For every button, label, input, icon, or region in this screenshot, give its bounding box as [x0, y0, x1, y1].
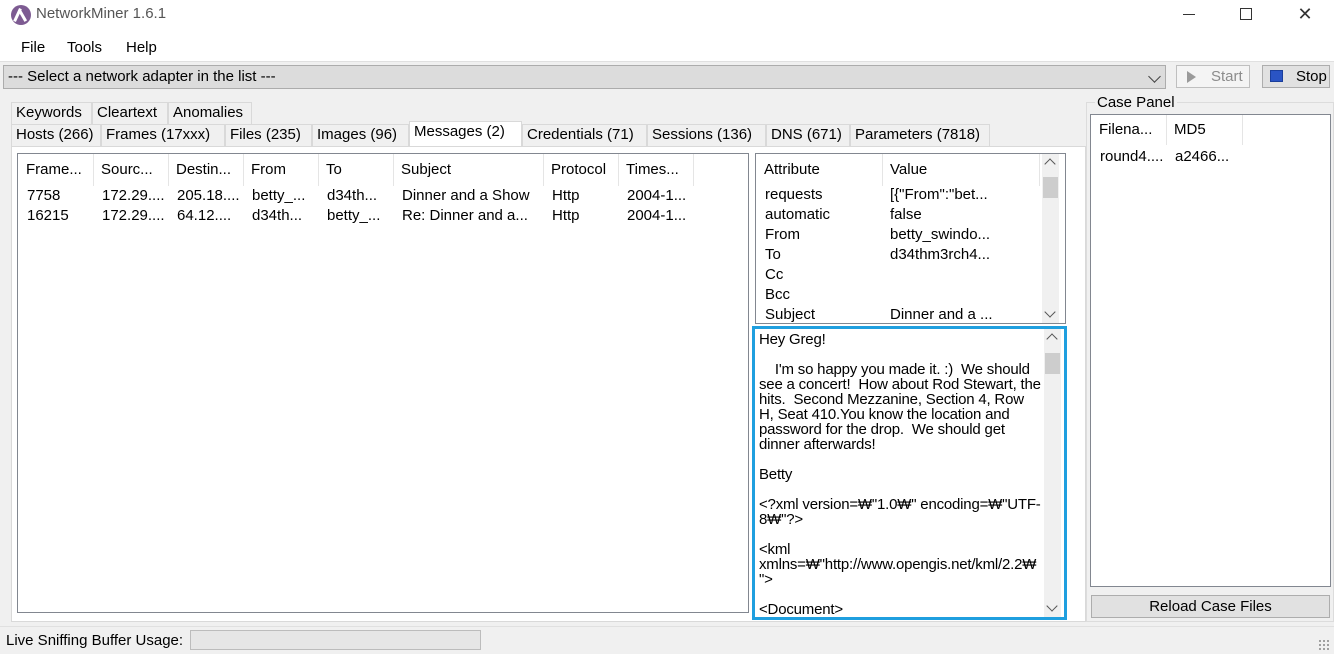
- column-header-filename[interactable]: Filena...: [1091, 115, 1167, 145]
- menu-bar: File Tools Help: [0, 31, 1334, 62]
- column-header-subject[interactable]: Subject: [393, 154, 544, 186]
- start-label: Start: [1211, 68, 1243, 85]
- cell-frame: 16215: [27, 207, 69, 224]
- column-header-md5[interactable]: MD5: [1166, 115, 1243, 145]
- cell-md5: a2466...: [1175, 148, 1230, 165]
- case-panel-title: Case Panel: [1095, 94, 1177, 111]
- cell-attribute: Subject: [765, 306, 816, 323]
- message-attributes-list[interactable]: Attribute Value requests [{"From":"bet..…: [755, 153, 1066, 324]
- minimize-icon: [1183, 14, 1195, 15]
- tab-credentials[interactable]: Credentials (71): [522, 124, 647, 146]
- tab-images[interactable]: Images (96): [312, 124, 409, 146]
- cell-value: [{"From":"bet...: [890, 186, 988, 203]
- column-header-value[interactable]: Value: [882, 154, 1040, 186]
- minimize-button[interactable]: [1160, 0, 1218, 31]
- cell-filename: round4....: [1100, 148, 1164, 165]
- maximize-icon: [1240, 8, 1252, 20]
- title-bar: NetworkMiner 1.6.1 ✕: [0, 0, 1334, 31]
- cell-value: Dinner and a ...: [890, 306, 993, 323]
- cell-subject: Re: Dinner and a...: [402, 207, 528, 224]
- tab-messages[interactable]: Messages (2): [409, 121, 522, 146]
- column-header-destination[interactable]: Destin...: [168, 154, 244, 186]
- stop-icon: [1270, 70, 1283, 82]
- menu-file[interactable]: File: [21, 39, 45, 56]
- close-icon: ✕: [1297, 4, 1313, 24]
- cell-attribute: automatic: [765, 206, 831, 223]
- cell-value: betty_swindo...: [890, 226, 991, 243]
- stop-label: Stop: [1296, 68, 1327, 85]
- column-header-attribute[interactable]: Attribute: [756, 154, 883, 186]
- scroll-down-icon[interactable]: [1046, 600, 1058, 612]
- cell-value: d34thm3rch4...: [890, 246, 991, 263]
- messages-list[interactable]: Frame... Sourc... Destin... From To Subj…: [17, 153, 749, 613]
- cell-from: d34th...: [252, 207, 303, 224]
- cell-attribute: To: [765, 246, 781, 263]
- resize-grip-icon[interactable]: [1318, 639, 1330, 651]
- maximize-button[interactable]: [1217, 0, 1275, 31]
- tab-frames[interactable]: Frames (17xxx): [101, 124, 225, 146]
- column-header-timestamp[interactable]: Times...: [618, 154, 694, 186]
- scroll-up-icon[interactable]: [1046, 333, 1058, 345]
- tab-anomalies[interactable]: Anomalies: [168, 102, 252, 124]
- message-body-scrollbar[interactable]: [1044, 329, 1061, 617]
- cell-attribute: requests: [765, 186, 823, 203]
- cell-destination: 205.18....: [177, 187, 240, 204]
- column-header-frame[interactable]: Frame...: [18, 154, 94, 186]
- tab-hosts[interactable]: Hosts (266): [11, 124, 101, 146]
- cell-to: betty_...: [327, 207, 381, 224]
- cell-value: false: [890, 206, 922, 223]
- column-header-to[interactable]: To: [318, 154, 394, 186]
- cell-frame: 7758: [27, 187, 61, 204]
- menu-help[interactable]: Help: [126, 39, 157, 56]
- tab-sessions[interactable]: Sessions (136): [647, 124, 766, 146]
- scroll-down-icon[interactable]: [1044, 306, 1056, 318]
- tab-cleartext[interactable]: Cleartext: [92, 102, 168, 124]
- buffer-usage-progress-bar: [190, 630, 481, 650]
- tab-files[interactable]: Files (235): [225, 124, 312, 146]
- scroll-up-icon[interactable]: [1044, 158, 1056, 170]
- chevron-down-icon: [1148, 70, 1161, 83]
- case-files-list[interactable]: Filena... MD5 round4.... a2466...: [1090, 114, 1331, 587]
- cell-source: 172.29....: [102, 207, 165, 224]
- cell-source: 172.29....: [102, 187, 165, 204]
- message-body-text: Hey Greg! I'm so happy you made it. :) W…: [759, 331, 1041, 618]
- reload-case-files-button[interactable]: Reload Case Files: [1091, 595, 1330, 618]
- play-icon: [1187, 71, 1196, 83]
- start-button[interactable]: Start: [1176, 65, 1250, 88]
- cell-timestamp: 2004-1...: [627, 207, 687, 224]
- cell-attribute: Bcc: [765, 286, 791, 303]
- network-adapter-dropdown[interactable]: --- Select a network adapter in the list…: [3, 65, 1166, 89]
- networkminer-logo-icon: [11, 5, 31, 25]
- attributes-scrollbar[interactable]: [1042, 154, 1059, 323]
- column-header-from[interactable]: From: [243, 154, 319, 186]
- message-body-textbox[interactable]: Hey Greg! I'm so happy you made it. :) W…: [752, 326, 1067, 620]
- buffer-usage-label: Live Sniffing Buffer Usage:: [6, 632, 184, 649]
- menu-tools[interactable]: Tools: [67, 39, 102, 56]
- cell-protocol: Http: [552, 187, 580, 204]
- scroll-thumb[interactable]: [1045, 353, 1060, 374]
- cell-subject: Dinner and a Show: [402, 187, 530, 204]
- tab-dns[interactable]: DNS (671): [766, 124, 850, 146]
- close-button[interactable]: ✕: [1276, 0, 1334, 31]
- cell-to: d34th...: [327, 187, 378, 204]
- cell-attribute: From: [765, 226, 800, 243]
- column-header-source[interactable]: Sourc...: [93, 154, 169, 186]
- tab-keywords[interactable]: Keywords: [11, 102, 92, 124]
- scroll-thumb[interactable]: [1043, 177, 1058, 198]
- window-title: NetworkMiner 1.6.1: [36, 5, 167, 22]
- cell-protocol: Http: [552, 207, 580, 224]
- tab-parameters[interactable]: Parameters (7818): [850, 124, 990, 146]
- status-bar: Live Sniffing Buffer Usage:: [0, 626, 1334, 654]
- cell-attribute: Cc: [765, 266, 784, 283]
- stop-button[interactable]: Stop: [1262, 65, 1330, 88]
- column-header-protocol[interactable]: Protocol: [543, 154, 619, 186]
- cell-from: betty_...: [252, 187, 306, 204]
- cell-timestamp: 2004-1...: [627, 187, 687, 204]
- adapter-selected-value: --- Select a network adapter in the list…: [8, 68, 276, 85]
- cell-destination: 64.12....: [177, 207, 232, 224]
